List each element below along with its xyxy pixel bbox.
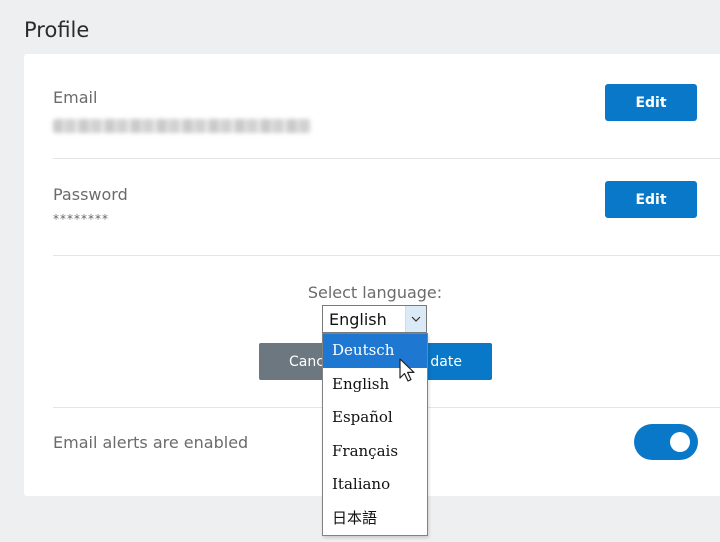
cancel-button-label: Canc — [289, 353, 324, 370]
password-label: Password — [53, 185, 128, 204]
email-alerts-label: Email alerts are enabled — [53, 433, 249, 452]
language-option-italiano[interactable]: Italiano — [323, 468, 427, 502]
language-select[interactable]: English — [322, 305, 427, 333]
page-title: Profile — [24, 18, 90, 42]
divider — [53, 158, 720, 159]
language-option-espanol[interactable]: Español — [323, 401, 427, 435]
edit-password-button[interactable]: Edit — [605, 181, 697, 218]
edit-email-button[interactable]: Edit — [605, 84, 697, 121]
divider — [53, 255, 720, 256]
language-option-japanese[interactable]: 日本語 — [323, 502, 427, 536]
pointer-cursor-icon — [399, 358, 415, 382]
email-label: Email — [53, 88, 98, 107]
language-option-francais[interactable]: Français — [323, 435, 427, 469]
email-value-redacted — [53, 119, 311, 133]
password-value: ******** — [53, 212, 109, 226]
update-button-label: date — [430, 353, 462, 370]
chevron-down-icon[interactable] — [405, 306, 426, 332]
language-label: Select language: — [307, 283, 443, 302]
email-alerts-toggle[interactable] — [634, 424, 698, 460]
toggle-knob — [670, 432, 690, 452]
language-select-value: English — [329, 310, 387, 329]
